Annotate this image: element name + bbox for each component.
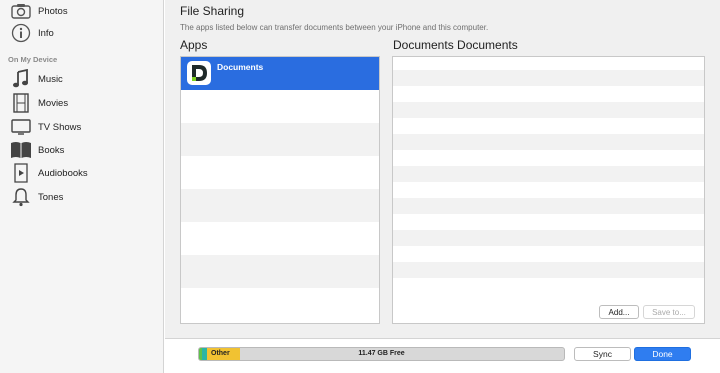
storage-capacity-bar: Other 11.47 GB Free [198,347,565,361]
sidebar-item-info[interactable]: Info [10,22,54,44]
apps-header: Apps [180,38,208,52]
sidebar-item-music[interactable]: Music [10,68,63,90]
list-row [393,102,704,118]
page-description: The apps listed below can transfer docum… [180,23,489,32]
list-row [393,230,704,246]
save-to-button[interactable]: Save to... [643,305,695,319]
storage-free-label: 11.47 GB Free [358,350,405,357]
list-row [393,198,704,214]
sidebar-item-label: Audiobooks [38,167,88,179]
sidebar-item-label: Photos [38,5,68,17]
tv-icon [10,117,32,137]
sidebar-item-photos[interactable]: Photos [10,0,68,22]
list-row [393,134,704,150]
sidebar-item-label: Info [38,27,54,39]
sidebar-item-label: TV Shows [38,121,82,133]
sidebar-item-movies[interactable]: Movies [10,92,68,114]
audiobook-icon [10,163,32,183]
sidebar-item-label: Movies [38,97,69,109]
sidebar-item-books[interactable]: Books [10,139,64,161]
sync-button[interactable]: Sync [574,347,631,361]
page-title: File Sharing [180,4,245,18]
film-icon [10,93,32,113]
sidebar-item-label: Music [38,73,63,85]
list-row [393,70,704,86]
book-icon [10,140,32,160]
list-row [393,166,704,182]
list-row [181,189,379,222]
sidebar-item-audiobooks[interactable]: Audiobooks [10,162,88,184]
documents-header: Documents Documents [393,38,518,52]
music-note-icon [10,69,32,89]
sidebar-item-label: Books [38,144,65,156]
list-row [181,255,379,288]
done-button[interactable]: Done [634,347,691,361]
sidebar-item-tones[interactable]: Tones [10,186,63,208]
documents-app-icon [187,61,211,85]
list-row [181,123,379,156]
info-icon [10,23,32,43]
bell-icon [10,187,32,207]
sidebar-item-tv-shows[interactable]: TV Shows [10,116,81,138]
app-row-documents[interactable]: Documents [181,57,379,90]
add-button[interactable]: Add... [599,305,639,319]
sidebar-item-label: Tones [38,191,64,203]
sidebar: Photos Info On My Device Music Movies TV… [0,0,164,373]
section-header-on-my-device: On My Device [8,55,58,64]
documents-list[interactable]: Add... Save to... [392,56,705,324]
apps-list[interactable]: Documents [180,56,380,324]
app-name: Documents [217,62,264,72]
list-row [393,262,704,278]
camera-icon [10,1,32,21]
